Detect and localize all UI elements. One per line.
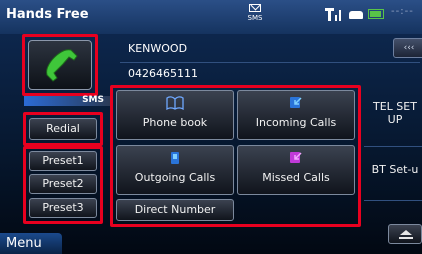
collapse-up-icon <box>399 230 413 239</box>
sms-envelope-icon <box>249 4 261 12</box>
device-info-divider <box>120 62 420 63</box>
direct-number-button[interactable]: Direct Number <box>116 199 234 221</box>
outgoing-calls-button[interactable]: Outgoing Calls <box>116 145 234 195</box>
car-connection-icon <box>349 11 363 19</box>
call-button[interactable] <box>28 40 92 90</box>
status-bar: Hands Free SMS --:-- <box>0 0 422 34</box>
preset1-label: Preset1 <box>42 154 84 167</box>
sms-tab-label: SMS <box>82 95 104 105</box>
clock: --:-- <box>391 6 414 17</box>
redial-label: Redial <box>46 122 80 135</box>
incoming-calls-button[interactable]: Incoming Calls <box>237 90 355 140</box>
battery-icon <box>368 9 384 19</box>
hands-free-screen: Hands Free SMS --:-- KENWOOD 0426465111 … <box>0 0 422 254</box>
phone-handset-icon <box>46 49 78 82</box>
menu-button[interactable]: Menu <box>0 233 62 254</box>
missed-call-icon <box>290 152 302 163</box>
sms-indicator-label: SMS <box>247 14 263 22</box>
incoming-calls-label: Incoming Calls <box>255 116 337 129</box>
preset2-label: Preset2 <box>42 177 84 190</box>
redial-button[interactable]: Redial <box>29 118 97 140</box>
phonebook-label: Phone book <box>142 116 208 129</box>
preset2-button[interactable]: Preset2 <box>29 174 97 194</box>
phonebook-button[interactable]: Phone book <box>116 90 234 140</box>
outgoing-calls-label: Outgoing Calls <box>134 171 216 184</box>
device-phone-number: 0426465111 <box>128 67 198 80</box>
outgoing-call-icon <box>171 152 179 164</box>
direct-number-label: Direct Number <box>134 203 216 216</box>
preset1-button[interactable]: Preset1 <box>29 151 97 171</box>
bt-setup-button[interactable]: BT Set-u <box>364 155 422 189</box>
missed-calls-label: Missed Calls <box>262 171 330 184</box>
book-icon <box>166 96 184 110</box>
preset3-label: Preset3 <box>42 201 84 214</box>
sms-tab[interactable]: SMS <box>24 95 110 106</box>
side-divider <box>364 200 422 201</box>
collapse-button[interactable] <box>388 224 422 244</box>
back-button[interactable]: ‹‹‹ <box>393 38 422 58</box>
device-name: KENWOOD <box>128 42 188 55</box>
tel-setup-button[interactable]: TEL SET UP <box>364 96 422 138</box>
signal-strength-icon <box>325 8 345 22</box>
incoming-call-icon <box>290 97 302 108</box>
sms-indicator: SMS <box>246 4 264 26</box>
side-divider <box>364 146 422 147</box>
screen-title: Hands Free <box>6 7 89 22</box>
missed-calls-button[interactable]: Missed Calls <box>237 145 355 195</box>
preset3-button[interactable]: Preset3 <box>29 198 97 218</box>
